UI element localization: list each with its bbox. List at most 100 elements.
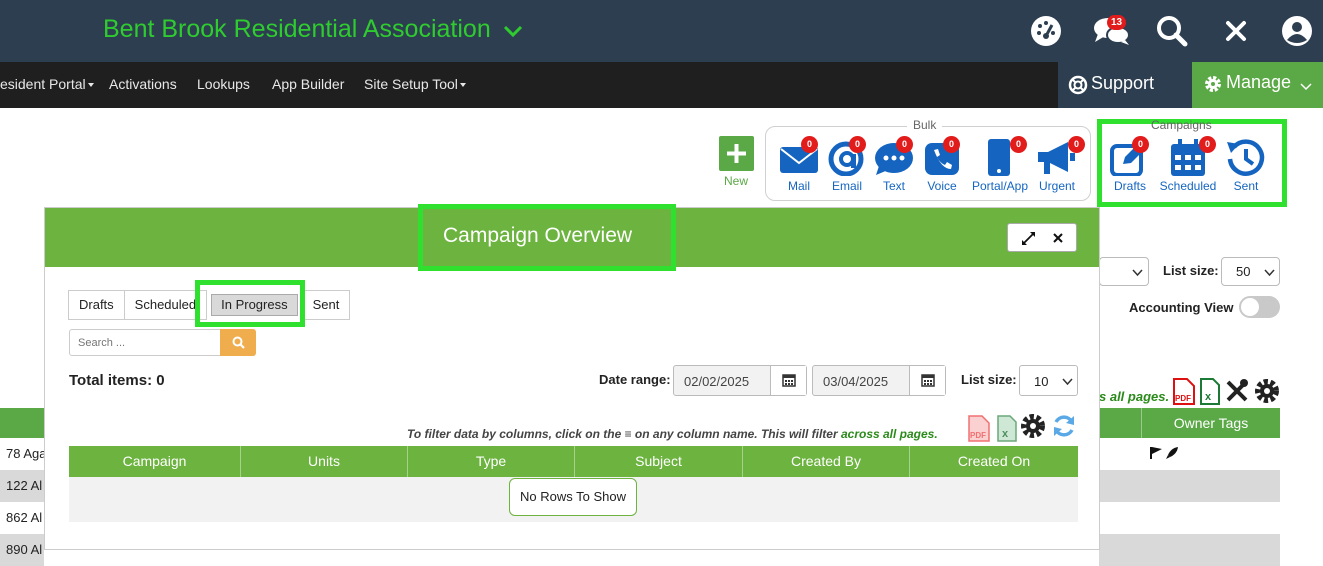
bulk-text-button[interactable]: 0 Text bbox=[873, 136, 915, 193]
campaign-sent-button[interactable]: Sent bbox=[1225, 138, 1267, 193]
nav-item-app-builder[interactable]: App Builder bbox=[272, 76, 344, 92]
modal-controls bbox=[1007, 223, 1077, 252]
column-type[interactable]: Type bbox=[408, 446, 575, 477]
table-row-right bbox=[1099, 470, 1280, 502]
mail-badge: 0 bbox=[801, 136, 818, 153]
bulk-mail-button[interactable]: 0 Mail bbox=[778, 136, 820, 193]
accounting-view-label: Accounting View bbox=[1129, 300, 1234, 315]
campaign-scheduled-button[interactable]: 0 Scheduled bbox=[1160, 136, 1216, 193]
pdf-export-icon[interactable]: PDF bbox=[1171, 378, 1197, 406]
org-name[interactable]: Bent Brook Residential Association bbox=[103, 15, 491, 44]
campaigns-legend: Campaigns bbox=[1151, 118, 1212, 132]
new-label: New bbox=[724, 174, 749, 188]
gear-icon bbox=[1205, 76, 1221, 92]
background-filter-note: s all pages. bbox=[1099, 389, 1170, 404]
new-button[interactable] bbox=[719, 136, 754, 171]
column-campaign[interactable]: Campaign bbox=[69, 446, 241, 477]
manage-button[interactable]: Manage bbox=[1192, 62, 1323, 108]
excel-export-icon[interactable]: x bbox=[1199, 378, 1221, 406]
campaign-scheduled-badge: 0 bbox=[1199, 136, 1216, 153]
date-range-label: Date range: bbox=[599, 372, 671, 387]
table-row-right bbox=[1099, 534, 1280, 566]
background-list-size-label: List size: bbox=[1163, 263, 1219, 278]
gear-icon[interactable] bbox=[1254, 378, 1280, 404]
tab-drafts[interactable]: Drafts bbox=[68, 290, 125, 320]
search-input[interactable] bbox=[69, 329, 221, 356]
nav-item-site-setup-tool[interactable]: Site Setup Tool bbox=[364, 76, 466, 92]
email-badge: 0 bbox=[849, 136, 866, 153]
nav-item-activations[interactable]: Activations bbox=[109, 76, 177, 92]
column-created-by[interactable]: Created By bbox=[743, 446, 910, 477]
bulk-urgent-button[interactable]: 0 Urgent bbox=[1036, 136, 1085, 193]
campaign-drafts-button[interactable]: 0 Drafts bbox=[1109, 136, 1151, 193]
expand-icon[interactable] bbox=[1021, 231, 1036, 246]
column-created-on[interactable]: Created On bbox=[910, 446, 1078, 477]
table-row-right bbox=[1099, 502, 1280, 534]
no-rows-message: No Rows To Show bbox=[509, 478, 637, 516]
bulk-portal-app-button[interactable]: 0 Portal/App bbox=[972, 136, 1028, 193]
email-label: Email bbox=[831, 179, 863, 193]
filter-note: To filter data by columns, click on the … bbox=[407, 427, 938, 441]
tools-icon[interactable] bbox=[1224, 378, 1250, 404]
manage-label: Manage bbox=[1226, 72, 1292, 92]
owner-tags-header[interactable]: Owner Tags bbox=[1141, 408, 1280, 438]
history-icon bbox=[1227, 139, 1265, 176]
chevron-down-icon bbox=[1132, 269, 1143, 277]
dashboard-gauge-icon[interactable] bbox=[1029, 14, 1063, 48]
support-button[interactable]: Support bbox=[1058, 62, 1192, 108]
column-subject[interactable]: Subject bbox=[575, 446, 743, 477]
search-icon[interactable] bbox=[1155, 14, 1189, 48]
background-select[interactable] bbox=[1099, 257, 1149, 286]
accounting-view-toggle[interactable] bbox=[1239, 296, 1280, 318]
plus-icon bbox=[727, 144, 746, 163]
notifications-badge: 13 bbox=[1107, 15, 1126, 30]
tab-sent[interactable]: Sent bbox=[301, 290, 351, 320]
refresh-icon[interactable] bbox=[1051, 413, 1077, 439]
modal-title: Campaign Overview bbox=[443, 224, 633, 247]
lifebuoy-icon bbox=[1068, 75, 1088, 95]
chevron-down-icon bbox=[1062, 378, 1073, 386]
chevron-down-icon bbox=[1264, 269, 1275, 277]
flag-icon bbox=[1150, 447, 1162, 459]
campaign-drafts-badge: 0 bbox=[1132, 136, 1149, 153]
nav-item-resident-portal[interactable]: esident Portal bbox=[0, 76, 94, 92]
text-label: Text bbox=[882, 179, 906, 193]
user-avatar-icon[interactable] bbox=[1280, 14, 1314, 48]
background-list-size-select[interactable]: 50 bbox=[1221, 257, 1280, 286]
nav-item-lookups[interactable]: Lookups bbox=[197, 76, 250, 92]
pdf-export-icon[interactable]: PDF bbox=[966, 415, 992, 443]
total-items: Total items: 0 bbox=[69, 372, 165, 389]
search-button[interactable] bbox=[220, 329, 256, 356]
svg-text:x: x bbox=[1205, 391, 1212, 403]
text-badge: 0 bbox=[896, 136, 913, 153]
campaign-overview-modal: Campaign Overview Drafts Scheduled In Pr… bbox=[44, 204, 1100, 550]
background-grid-header-right: Owner Tags bbox=[1099, 408, 1280, 438]
rocket-icon bbox=[1166, 447, 1178, 459]
date-to-field[interactable]: 03/04/2025 bbox=[812, 365, 946, 396]
urgent-label: Urgent bbox=[1038, 179, 1076, 193]
chevron-down-icon bbox=[1300, 83, 1312, 91]
table-row-right bbox=[1099, 438, 1280, 470]
list-size-select[interactable]: 10 bbox=[1019, 365, 1078, 396]
grid-header: Campaign Units Type Subject Created By C… bbox=[69, 446, 1078, 477]
voice-badge: 0 bbox=[943, 136, 960, 153]
table-row[interactable]: 890 Al bbox=[0, 534, 44, 566]
modal-title-highlight: Campaign Overview bbox=[418, 204, 676, 271]
column-units[interactable]: Units bbox=[241, 446, 408, 477]
gear-icon[interactable] bbox=[1020, 413, 1046, 439]
bulk-email-button[interactable]: 0 Email bbox=[826, 136, 868, 193]
table-row[interactable]: 862 Al bbox=[0, 502, 44, 534]
excel-export-icon[interactable]: x bbox=[996, 415, 1018, 443]
list-size-label: List size: bbox=[961, 372, 1017, 387]
campaign-sent-label: Sent bbox=[1233, 179, 1259, 193]
table-row[interactable]: 78 Aga bbox=[0, 438, 44, 470]
chevron-down-icon[interactable] bbox=[502, 20, 524, 42]
svg-text:x: x bbox=[1002, 428, 1009, 440]
modal-header[interactable]: Campaign Overview bbox=[45, 204, 1099, 271]
close-icon[interactable] bbox=[1051, 231, 1065, 245]
support-label: Support bbox=[1091, 73, 1155, 93]
date-from-field[interactable]: 02/02/2025 bbox=[673, 365, 807, 396]
close-icon[interactable] bbox=[1219, 14, 1253, 48]
bulk-voice-button[interactable]: 0 Voice bbox=[921, 136, 963, 193]
table-row[interactable]: 122 Al bbox=[0, 470, 44, 502]
